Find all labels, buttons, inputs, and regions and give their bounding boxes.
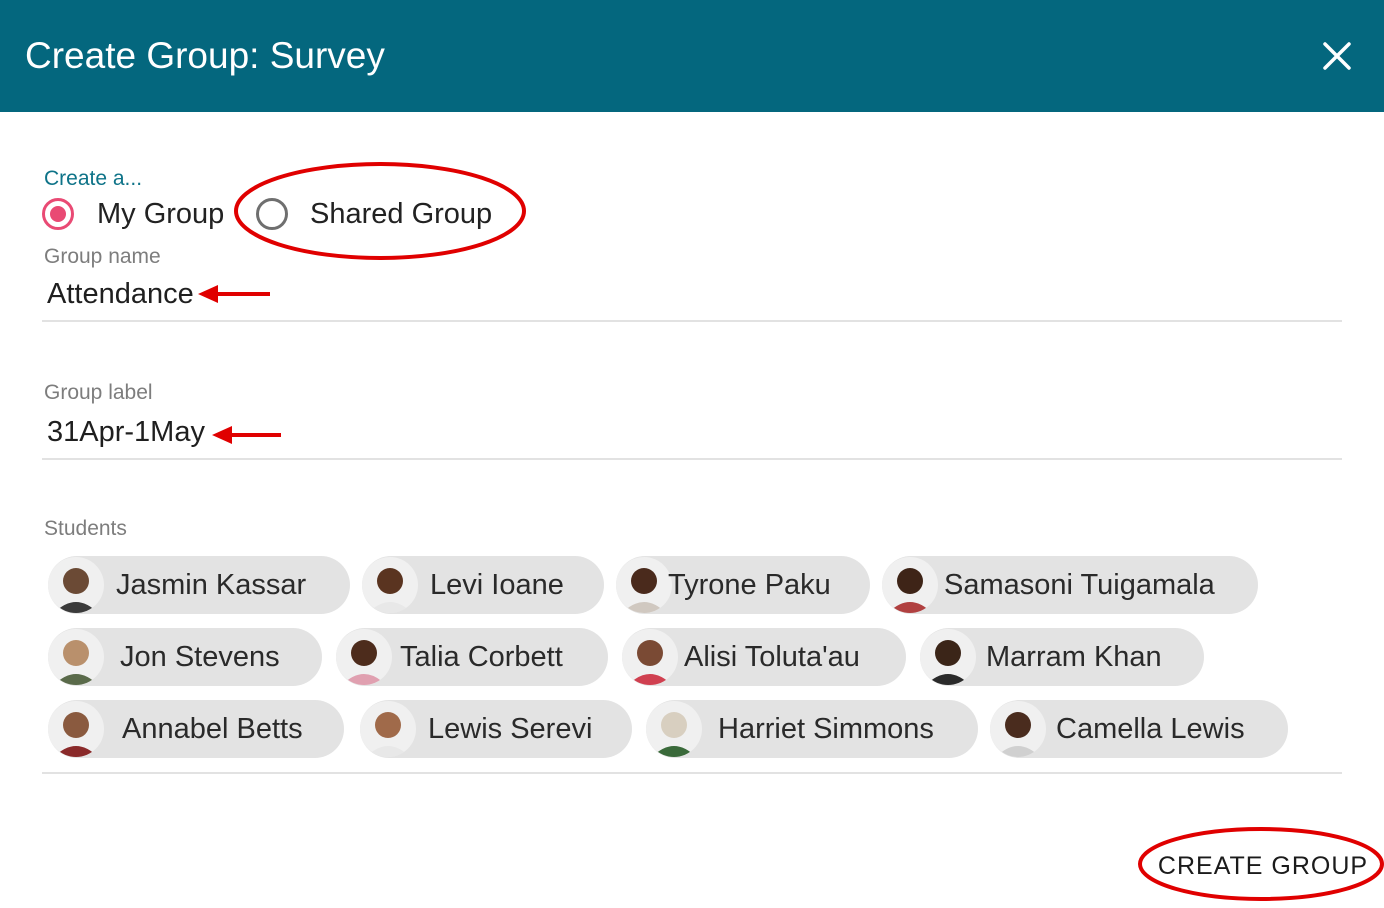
group-label-label: Group label bbox=[44, 381, 153, 404]
close-button[interactable] bbox=[1313, 32, 1361, 80]
student-name: Lewis Serevi bbox=[428, 713, 593, 745]
student-avatar bbox=[48, 701, 104, 757]
student-name: Harriet Simmons bbox=[718, 713, 934, 745]
student-chip[interactable]: Marram Khan bbox=[920, 628, 1204, 686]
dialog-header: Create Group: Survey bbox=[0, 0, 1384, 112]
student-name: Talia Corbett bbox=[400, 641, 563, 673]
group-label-field[interactable] bbox=[47, 415, 947, 449]
group-name-underline bbox=[42, 320, 1342, 322]
create-group-button[interactable]: CREATE GROUP bbox=[1148, 840, 1378, 892]
student-name: Tyrone Paku bbox=[668, 569, 831, 601]
student-avatar bbox=[336, 629, 392, 685]
student-avatar bbox=[920, 629, 976, 685]
student-avatar bbox=[360, 701, 416, 757]
students-label: Students bbox=[44, 517, 127, 540]
group-name-label: Group name bbox=[44, 245, 161, 268]
close-icon bbox=[1323, 42, 1351, 70]
radio-my-group[interactable]: My Group bbox=[42, 190, 224, 238]
student-avatar bbox=[48, 557, 104, 613]
radio-shared-group[interactable]: Shared Group bbox=[256, 190, 492, 238]
student-avatar bbox=[990, 701, 1046, 757]
student-chip[interactable]: Camella Lewis bbox=[990, 700, 1288, 758]
radio-shared-group-label: Shared Group bbox=[310, 197, 493, 230]
radio-selected-icon bbox=[42, 198, 74, 230]
student-chip[interactable]: Annabel Betts bbox=[48, 700, 344, 758]
student-name: Samasoni Tuigamala bbox=[944, 569, 1215, 601]
student-name: Levi Ioane bbox=[430, 569, 564, 601]
student-avatar bbox=[362, 557, 418, 613]
student-avatar bbox=[48, 629, 104, 685]
student-avatar bbox=[646, 701, 702, 757]
student-name: Jon Stevens bbox=[120, 641, 280, 673]
student-name: Camella Lewis bbox=[1056, 713, 1245, 745]
student-avatar bbox=[616, 557, 672, 613]
radio-unselected-icon bbox=[256, 198, 288, 230]
student-chip[interactable]: Alisi Toluta'au bbox=[622, 628, 906, 686]
student-chip[interactable]: Lewis Serevi bbox=[360, 700, 632, 758]
student-chip[interactable]: Talia Corbett bbox=[336, 628, 608, 686]
radio-my-group-label: My Group bbox=[97, 197, 225, 230]
dialog-title: Create Group: Survey bbox=[25, 35, 385, 76]
student-chip[interactable]: Harriet Simmons bbox=[646, 700, 978, 758]
student-name: Annabel Betts bbox=[122, 713, 303, 745]
student-name: Jasmin Kassar bbox=[116, 569, 307, 601]
student-name: Alisi Toluta'au bbox=[684, 641, 860, 673]
student-avatar bbox=[622, 629, 678, 685]
group-type-label: Create a... bbox=[44, 167, 143, 190]
group-name-field[interactable] bbox=[47, 277, 947, 311]
student-avatar bbox=[882, 557, 938, 613]
student-chip[interactable]: Tyrone Paku bbox=[616, 556, 870, 614]
student-chip[interactable]: Levi Ioane bbox=[362, 556, 604, 614]
student-chip[interactable]: Jon Stevens bbox=[48, 628, 322, 686]
students-underline bbox=[42, 772, 1342, 774]
group-label-underline bbox=[42, 458, 1342, 460]
student-chip[interactable]: Jasmin Kassar bbox=[48, 556, 350, 614]
student-name: Marram Khan bbox=[986, 641, 1162, 673]
student-chip[interactable]: Samasoni Tuigamala bbox=[882, 556, 1258, 614]
